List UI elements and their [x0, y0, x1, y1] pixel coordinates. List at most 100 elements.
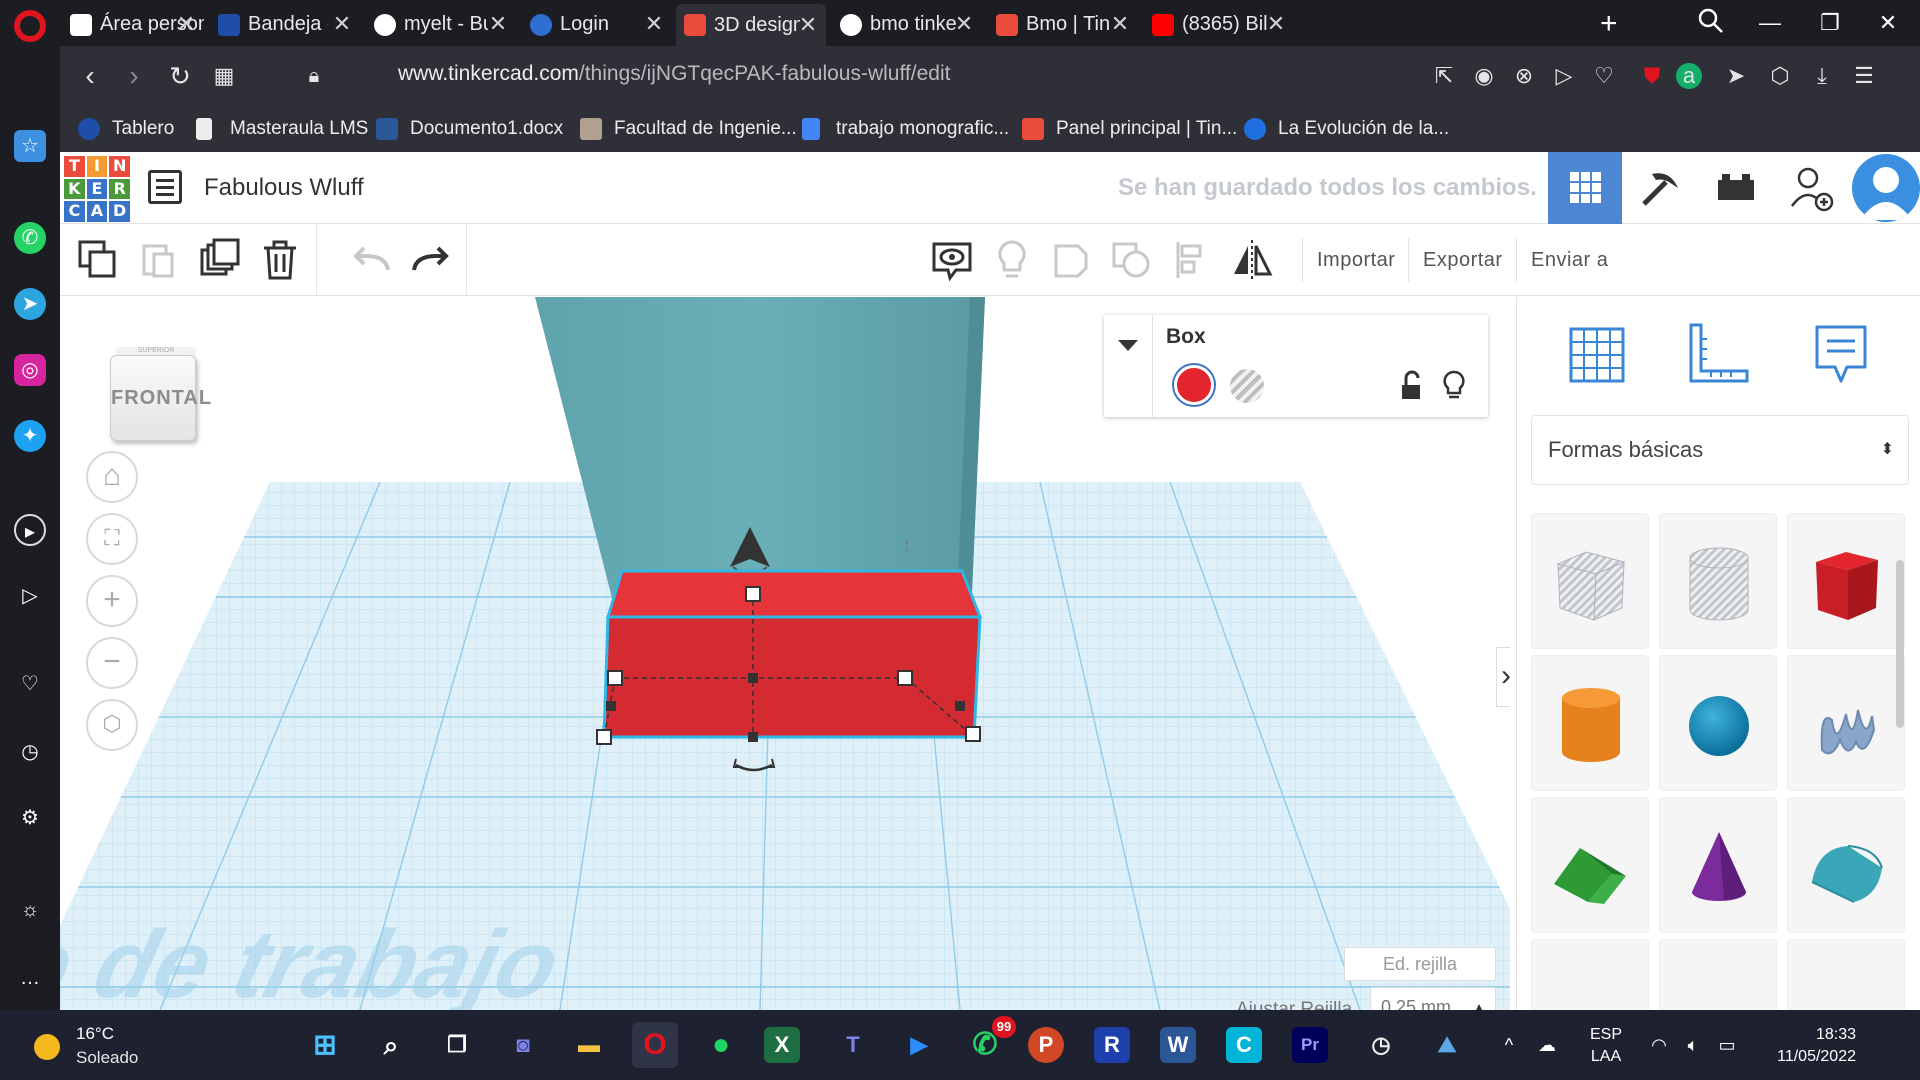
- snapshot-camera-icon[interactable]: ◉: [1468, 60, 1500, 92]
- more-dots-icon[interactable]: …: [14, 962, 46, 994]
- scribble-shape[interactable]: [1787, 655, 1905, 791]
- teams-chat-icon[interactable]: ◙: [500, 1022, 546, 1068]
- bookmark-tablero[interactable]: Tablero: [78, 116, 174, 142]
- tab-search-icon[interactable]: [1698, 8, 1724, 34]
- telegram-icon[interactable]: ➤: [14, 288, 46, 320]
- alarm-clock-icon[interactable]: ◷: [1358, 1022, 1404, 1068]
- minimize-icon[interactable]: —: [1748, 4, 1792, 42]
- twitter-icon[interactable]: ✦: [14, 420, 46, 452]
- tray-chevron-icon[interactable]: ^: [1496, 1032, 1522, 1058]
- photos-icon[interactable]: ⛰: [1424, 1022, 1470, 1068]
- edit-grid-button[interactable]: Ed. rejilla: [1344, 947, 1496, 981]
- user-avatar[interactable]: [1852, 154, 1920, 222]
- start-windows-icon[interactable]: ⊞: [302, 1022, 348, 1068]
- tab-myelt[interactable]: myelt - Buscar ✕: [366, 6, 516, 42]
- powerpoint-icon[interactable]: P: [1028, 1027, 1064, 1063]
- zoom-in-button[interactable]: +: [86, 575, 138, 627]
- tab-close-icon[interactable]: ✕: [174, 6, 198, 42]
- whatsapp-icon[interactable]: ✆: [14, 222, 46, 254]
- view-cube-front[interactable]: FRONTAL: [110, 355, 211, 441]
- tab-3d-design[interactable]: 3D design Fabulous Wluff ✕: [676, 4, 826, 46]
- instagram-icon[interactable]: ◎: [14, 354, 46, 386]
- revit-icon[interactable]: R: [1094, 1027, 1130, 1063]
- tab-close-icon[interactable]: ✕: [330, 6, 354, 42]
- ruler-tool-icon[interactable]: [1677, 315, 1757, 395]
- zoom-icon[interactable]: ▶: [896, 1022, 942, 1068]
- send-flow-icon[interactable]: ▷: [14, 580, 46, 612]
- url-field[interactable]: www.tinkercad.com/things/ijNGTqecPAK-fab…: [398, 62, 950, 86]
- bookmark-evolucion[interactable]: La Evolución de la...: [1244, 116, 1449, 142]
- player-icon[interactable]: ▸: [14, 514, 46, 546]
- download-icon[interactable]: ⤓: [1806, 60, 1838, 92]
- zoom-out-button[interactable]: −: [86, 637, 138, 689]
- cursor-extension-icon[interactable]: ➤: [1720, 60, 1752, 92]
- bookmark-facultad[interactable]: Facultad de Ingenie...: [580, 116, 797, 142]
- tab-bandeja[interactable]: Bandeja de entrada ✕: [210, 6, 360, 42]
- solid-color-swatch[interactable]: [1174, 365, 1214, 405]
- export-button[interactable]: Exportar: [1408, 238, 1517, 282]
- lightbulb-icon[interactable]: ☼: [14, 894, 46, 926]
- duplicate-button[interactable]: [196, 236, 244, 284]
- visibility-bulb-icon[interactable]: [1440, 369, 1468, 401]
- search-icon[interactable]: ⌕: [368, 1022, 414, 1068]
- close-window-icon[interactable]: ✕: [1866, 4, 1910, 42]
- grammar-extension-icon[interactable]: a: [1676, 63, 1702, 89]
- blocks-view-button[interactable]: [1622, 152, 1696, 224]
- new-tab-plus-icon[interactable]: +: [1600, 6, 1618, 42]
- onedrive-cloud-icon[interactable]: ☁: [1534, 1032, 1560, 1058]
- tab-close-icon[interactable]: ✕: [1108, 6, 1132, 42]
- show-all-button[interactable]: [988, 236, 1036, 284]
- cylinder-hole-shape[interactable]: [1659, 513, 1777, 649]
- ublock-icon[interactable]: ⛊: [1636, 60, 1668, 92]
- tab-bmo-tinkercad[interactable]: bmo tinkercad ✕: [832, 6, 982, 42]
- language-indicator[interactable]: ESP LAA: [1590, 1024, 1622, 1068]
- fit-view-button[interactable]: ⛶: [86, 513, 138, 565]
- history-clock-icon[interactable]: ◷: [14, 736, 46, 768]
- restore-icon[interactable]: ❐: [1808, 4, 1852, 42]
- premiere-icon[interactable]: Pr: [1292, 1027, 1328, 1063]
- back-icon[interactable]: ‹: [72, 58, 108, 94]
- easy-setup-icon[interactable]: ☰: [1848, 60, 1880, 92]
- notes-view-button[interactable]: [928, 236, 976, 284]
- tab-area-personal[interactable]: Área personal ✕: [62, 6, 204, 42]
- reload-icon[interactable]: ↻: [162, 58, 198, 94]
- home-view-button[interactable]: ⌂: [86, 451, 138, 503]
- teams-icon[interactable]: T: [830, 1022, 876, 1068]
- design-list-icon[interactable]: [148, 170, 182, 204]
- tab-close-icon[interactable]: ✕: [642, 6, 666, 42]
- spotify-icon[interactable]: ●: [698, 1022, 744, 1068]
- ungroup-button[interactable]: [1108, 236, 1156, 284]
- add-user-button[interactable]: [1774, 152, 1848, 224]
- bricks-view-button[interactable]: [1698, 152, 1772, 224]
- share-icon[interactable]: ⇱: [1428, 60, 1460, 92]
- copy-button[interactable]: [74, 236, 122, 284]
- undo-button[interactable]: [348, 236, 396, 284]
- cura-icon[interactable]: C: [1226, 1027, 1262, 1063]
- adblock-icon[interactable]: ⊗: [1508, 60, 1540, 92]
- collapse-arrow-icon[interactable]: [1116, 333, 1140, 357]
- unlock-icon[interactable]: [1398, 369, 1426, 401]
- bookmark-documento1[interactable]: Documento1.docx: [376, 116, 563, 142]
- cylinder-shape[interactable]: [1531, 655, 1649, 791]
- opera-logo-icon[interactable]: [14, 10, 46, 42]
- box-shape[interactable]: [1787, 513, 1905, 649]
- import-button[interactable]: Importar: [1302, 238, 1409, 282]
- tab-youtube[interactable]: (8365) Billie Eilish ✕: [1144, 6, 1294, 42]
- workplane-viewport[interactable]: no de trabajo ¦ SUPERIOR FRONTAL ⌂ ⛶ + −…: [60, 297, 1510, 1010]
- battery-icon[interactable]: ▭: [1714, 1032, 1740, 1058]
- more-shape-2[interactable]: [1659, 939, 1777, 1010]
- tab-close-icon[interactable]: ✕: [952, 6, 976, 42]
- notes-tool-icon[interactable]: [1801, 315, 1881, 395]
- box-hole-shape[interactable]: [1531, 513, 1649, 649]
- workplane-tool-icon[interactable]: [1557, 315, 1637, 395]
- snap-grid-select[interactable]: 0,25 mm ▲: [1370, 987, 1496, 1010]
- hole-swatch[interactable]: [1230, 369, 1264, 403]
- align-button[interactable]: [1168, 236, 1216, 284]
- bookmark-trabajo[interactable]: trabajo monografic...: [802, 116, 1009, 142]
- panel-toggle-chevron-icon[interactable]: ›: [1496, 647, 1510, 707]
- whatsapp-taskbar-icon[interactable]: ✆ 99: [962, 1016, 1016, 1068]
- speed-dial-icon[interactable]: ▦: [206, 58, 242, 94]
- tab-close-icon[interactable]: ✕: [486, 6, 510, 42]
- selected-red-box[interactable]: [602, 569, 983, 739]
- excel-icon[interactable]: X: [764, 1027, 800, 1063]
